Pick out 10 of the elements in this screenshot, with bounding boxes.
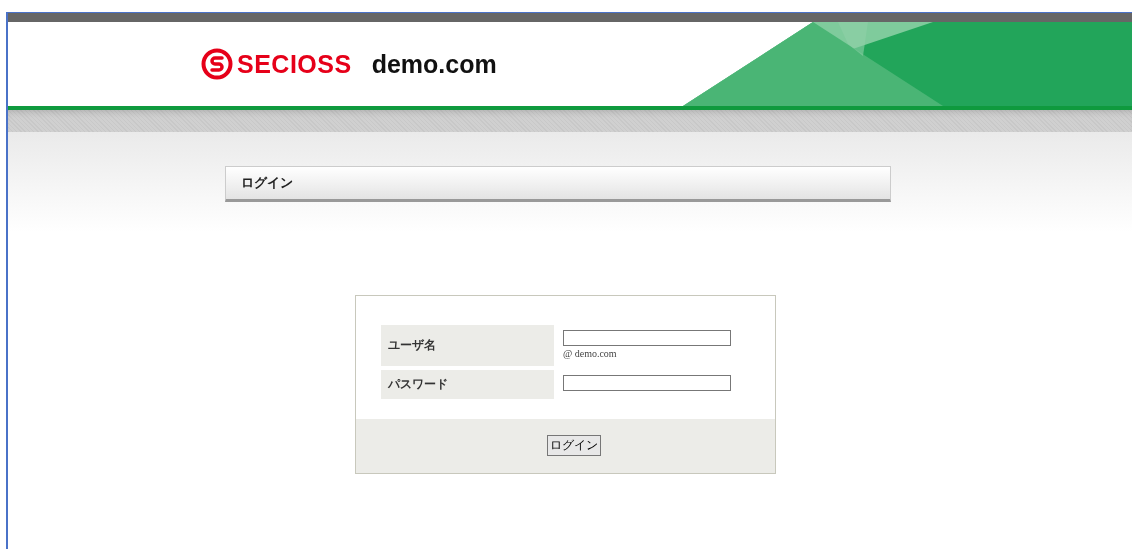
domain-title: demo.com: [371, 49, 497, 79]
field-label: ユーザ名: [381, 325, 554, 366]
username-field[interactable]: [563, 330, 731, 346]
password-field[interactable]: [563, 375, 731, 391]
login-button[interactable]: ログイン: [547, 434, 601, 456]
domain-suffix: @ demo.com: [563, 348, 618, 359]
logo-text: SECIOSS: [237, 49, 352, 79]
logo-icon: [201, 48, 233, 80]
section-header: ログイン: [225, 166, 891, 202]
field-label: パスワード: [381, 370, 554, 399]
